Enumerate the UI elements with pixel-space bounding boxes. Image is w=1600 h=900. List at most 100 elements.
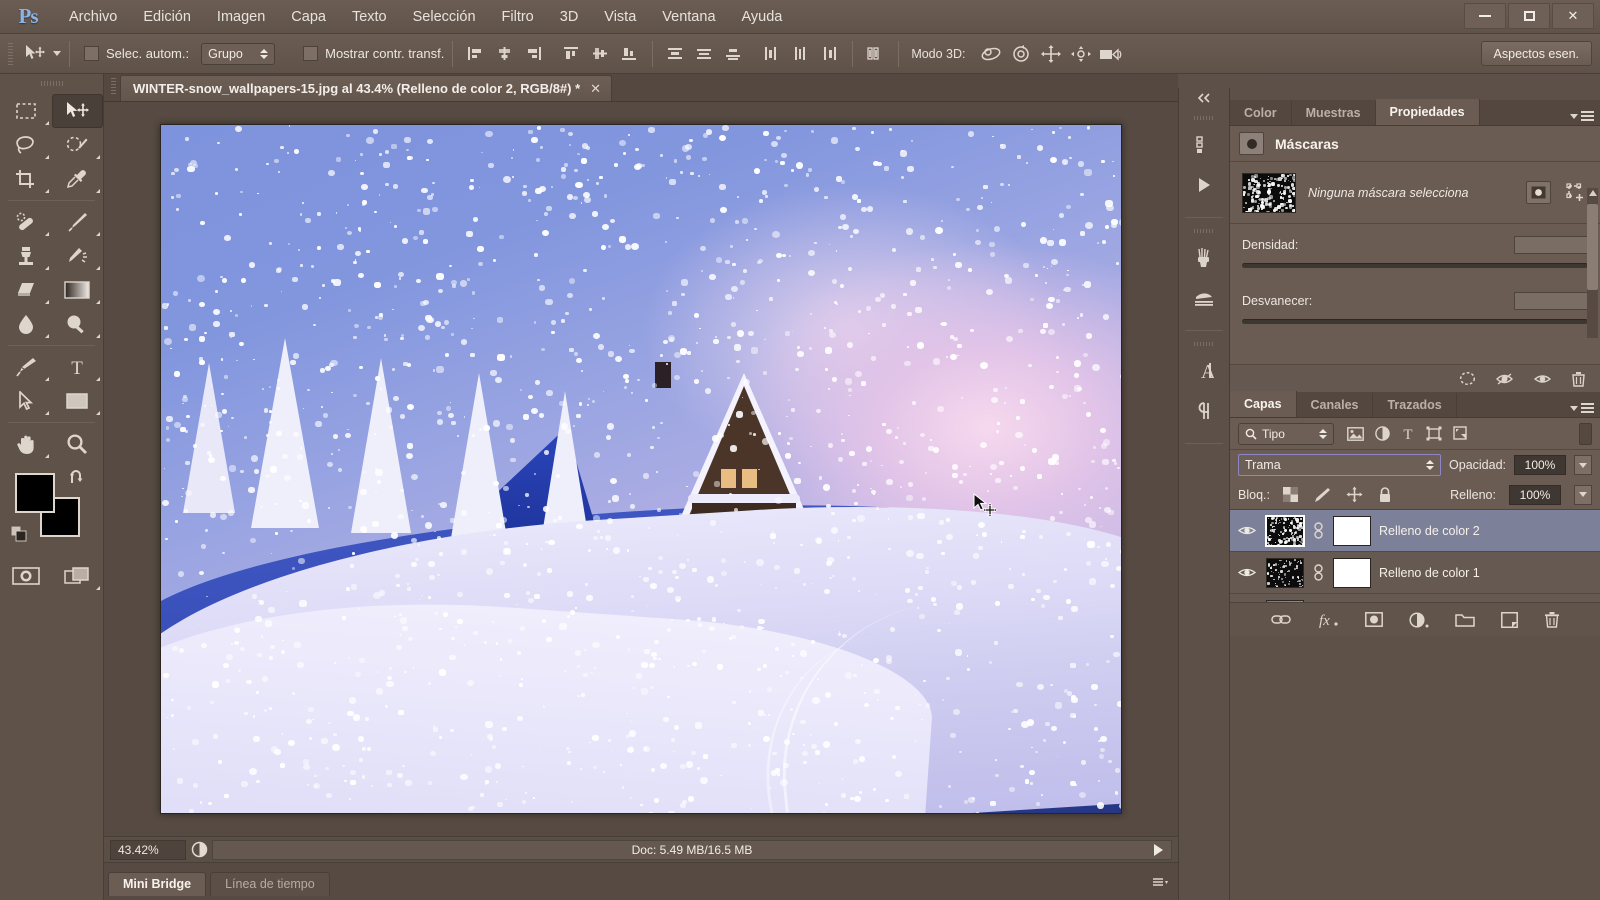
load-selection-icon[interactable] bbox=[1459, 371, 1476, 386]
pan-3d-icon[interactable] bbox=[1036, 41, 1066, 67]
menu-imagen[interactable]: Imagen bbox=[204, 0, 278, 34]
actions-panel-icon[interactable] bbox=[1184, 166, 1224, 204]
paragraph-panel-icon[interactable] bbox=[1184, 392, 1224, 430]
tool-move[interactable] bbox=[51, 94, 103, 128]
tool-hand[interactable] bbox=[0, 427, 52, 461]
layer-filter-type-dropdown[interactable]: Tipo bbox=[1238, 422, 1334, 445]
link-layers-icon[interactable] bbox=[1270, 613, 1291, 626]
align-right-edges-button[interactable] bbox=[519, 41, 548, 67]
orbit-3d-icon[interactable] bbox=[976, 41, 1006, 67]
tab-mini-bridge[interactable]: Mini Bridge bbox=[108, 871, 207, 896]
toggle-mask-icon[interactable] bbox=[1533, 372, 1552, 386]
menu-seleccion[interactable]: Selección bbox=[400, 0, 489, 34]
tool-type[interactable]: T bbox=[52, 350, 104, 384]
new-layer-icon[interactable] bbox=[1500, 611, 1518, 628]
distribute-top-edges-button[interactable] bbox=[661, 41, 690, 67]
properties-scrollbar[interactable] bbox=[1587, 188, 1598, 338]
menu-texto[interactable]: Texto bbox=[339, 0, 400, 34]
tab-linea-de-tiempo[interactable]: Línea de tiempo bbox=[210, 871, 330, 896]
tab-trazados[interactable]: Trazados bbox=[1373, 393, 1457, 417]
document-info-field[interactable]: Doc: 5.49 MB/16.5 MB bbox=[212, 839, 1172, 860]
tool-pen[interactable] bbox=[0, 350, 52, 384]
options-bar-grip[interactable] bbox=[4, 40, 16, 67]
tool-eyedropper[interactable] bbox=[52, 162, 104, 196]
slide-3d-icon[interactable] bbox=[1066, 41, 1096, 67]
quick-mask-mode-button[interactable] bbox=[0, 559, 52, 593]
apply-mask-icon[interactable] bbox=[1495, 371, 1514, 387]
feather-value-field[interactable] bbox=[1514, 292, 1588, 310]
layer-thumbnail[interactable] bbox=[1265, 514, 1305, 547]
filter-pixel-icon[interactable] bbox=[1347, 426, 1364, 441]
table-row[interactable]: Relleno de color 2 bbox=[1230, 510, 1600, 552]
auto-select-scope-dropdown[interactable]: Grupo bbox=[201, 42, 276, 65]
foreground-color-swatch[interactable] bbox=[15, 473, 55, 513]
tool-preset-dropdown-icon[interactable] bbox=[53, 51, 61, 56]
lock-position-icon[interactable] bbox=[1346, 486, 1363, 503]
status-expand-icon[interactable] bbox=[1154, 843, 1163, 856]
tool-history-brush[interactable] bbox=[52, 239, 104, 273]
document-tab-grip[interactable] bbox=[106, 73, 120, 101]
tab-propiedades[interactable]: Propiedades bbox=[1375, 99, 1480, 125]
properties-panel-menu-icon[interactable] bbox=[1570, 111, 1594, 121]
tab-capas[interactable]: Capas bbox=[1230, 391, 1297, 417]
layers-panel-menu-icon[interactable] bbox=[1570, 403, 1594, 413]
filter-shape-icon[interactable] bbox=[1426, 426, 1442, 441]
density-slider[interactable] bbox=[1242, 263, 1588, 268]
fill-field[interactable]: 100% bbox=[1509, 484, 1561, 505]
tool-brush[interactable] bbox=[52, 205, 104, 239]
default-colors-icon[interactable] bbox=[10, 525, 28, 543]
menu-ventana[interactable]: Ventana bbox=[649, 0, 728, 34]
close-button[interactable]: ✕ bbox=[1552, 3, 1594, 29]
layer-style-fx-icon[interactable]: fx bbox=[1317, 611, 1339, 628]
align-horizontal-centers-button[interactable] bbox=[490, 41, 519, 67]
tool-blur[interactable] bbox=[0, 307, 52, 341]
zoom-level-field[interactable]: 43.42% bbox=[110, 839, 186, 860]
tool-crop[interactable] bbox=[0, 162, 52, 196]
delete-layer-icon[interactable] bbox=[1544, 611, 1560, 628]
filter-adjustment-icon[interactable] bbox=[1375, 426, 1390, 441]
table-row[interactable]: Relleno de color 1 bbox=[1230, 552, 1600, 594]
menu-vista[interactable]: Vista bbox=[591, 0, 649, 34]
tab-muestras[interactable]: Muestras bbox=[1292, 101, 1376, 125]
adjustment-layer-icon[interactable] bbox=[1408, 611, 1429, 628]
pixel-mask-icon[interactable] bbox=[1239, 132, 1264, 155]
show-transform-checkbox[interactable] bbox=[303, 46, 319, 61]
scrollbar-thumb[interactable] bbox=[1587, 204, 1598, 290]
pixel-mask-button[interactable] bbox=[1526, 181, 1551, 204]
align-left-edges-button[interactable] bbox=[461, 41, 490, 67]
new-group-icon[interactable] bbox=[1454, 612, 1475, 628]
fill-slider-button[interactable] bbox=[1574, 484, 1592, 505]
distribute-left-edges-button[interactable] bbox=[757, 41, 786, 67]
distribute-vertical-centers-button[interactable] bbox=[690, 41, 719, 67]
layer-visibility-icon[interactable] bbox=[1236, 566, 1258, 579]
tool-gradient[interactable] bbox=[52, 273, 104, 307]
align-top-edges-button[interactable] bbox=[557, 41, 586, 67]
tab-color[interactable]: Color bbox=[1230, 101, 1292, 125]
canvas-viewport[interactable] bbox=[104, 102, 1178, 874]
rail-grip[interactable] bbox=[1193, 112, 1215, 123]
vector-mask-button[interactable] bbox=[1563, 181, 1588, 204]
tool-spot-healing-brush[interactable] bbox=[0, 205, 52, 239]
opacity-field[interactable]: 100% bbox=[1514, 455, 1566, 475]
distribute-right-edges-button[interactable] bbox=[815, 41, 844, 67]
bottom-panel-menu-icon[interactable] bbox=[1152, 878, 1168, 889]
blend-mode-dropdown[interactable]: Trama bbox=[1238, 454, 1442, 476]
tool-rectangle[interactable] bbox=[52, 384, 104, 418]
filter-type-icon[interactable]: T bbox=[1401, 426, 1415, 441]
add-mask-icon[interactable] bbox=[1364, 612, 1383, 627]
rail-grip[interactable] bbox=[1193, 338, 1215, 349]
tools-panel-grip[interactable] bbox=[38, 76, 65, 90]
align-bottom-edges-button[interactable] bbox=[615, 41, 644, 67]
layer-thumbnail[interactable] bbox=[1266, 557, 1304, 588]
roll-3d-icon[interactable] bbox=[1006, 41, 1036, 67]
align-vertical-centers-button[interactable] bbox=[586, 41, 615, 67]
menu-archivo[interactable]: Archivo bbox=[56, 0, 130, 34]
filter-smart-icon[interactable] bbox=[1453, 426, 1468, 441]
tool-presets-icon[interactable] bbox=[1184, 279, 1224, 317]
status-preview-icon[interactable] bbox=[186, 841, 212, 858]
document-tab[interactable]: WINTER-snow_wallpapers-15.jpg al 43.4% (… bbox=[120, 75, 613, 101]
tool-quick-selection[interactable] bbox=[52, 128, 104, 162]
layer-mask-thumbnail[interactable] bbox=[1333, 515, 1371, 546]
lock-transparency-icon[interactable] bbox=[1282, 487, 1298, 502]
link-mask-icon[interactable] bbox=[1312, 522, 1325, 539]
